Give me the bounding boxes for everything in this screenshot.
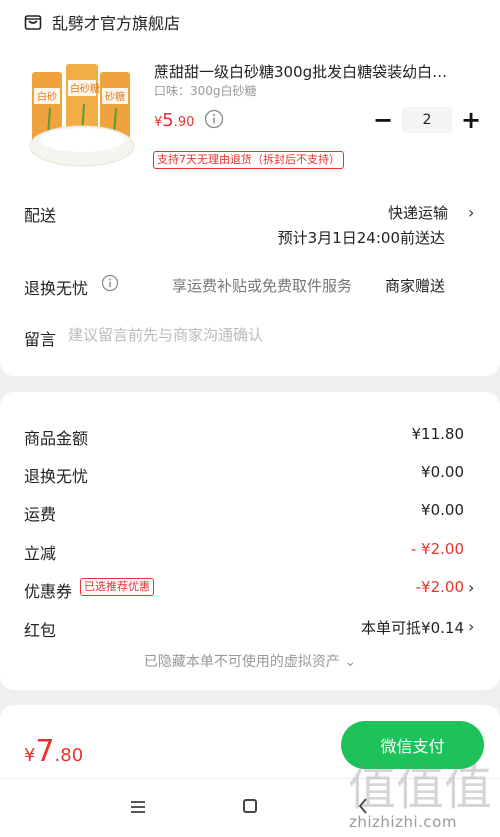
delivery-method[interactable]: 快递运输 <box>388 202 448 223</box>
menu-icon[interactable] <box>129 800 147 814</box>
product-spec[interactable]: 口味：300g白砂糖 <box>154 82 257 99</box>
coupon-badge: 已选推荐优惠 <box>80 578 154 596</box>
shop-header[interactable]: 乱劈才官方旗舰店 <box>24 9 180 35</box>
total-integer: 7 <box>35 734 55 769</box>
quantity-field[interactable]: 2 <box>402 107 452 133</box>
message-label: 留言 <box>24 330 57 349</box>
return-service-value: 商家赠送 <box>384 277 445 295</box>
price-decimal: .90 <box>173 115 195 130</box>
delivery-eta: 预计3月1日24:00前送达 <box>277 229 445 247</box>
product-title[interactable]: 蔗甜甜一级白砂糖300g批发白糖袋装幼白… <box>154 61 484 82</box>
store-icon <box>24 15 42 30</box>
info-icon[interactable] <box>101 274 119 292</box>
unit-price: ¥ 5 .90 <box>154 110 194 131</box>
hidden-assets-toggle[interactable]: 已隐藏本单不可使用的虚拟资产 ⌄ <box>0 651 500 671</box>
chevron-right-icon[interactable]: › <box>468 617 474 636</box>
return-service-fee-value: ¥0.00 <box>421 463 464 481</box>
red-packet-label[interactable]: 红包 <box>24 617 56 641</box>
coupon-label[interactable]: 优惠券 <box>24 578 72 602</box>
decrease-button[interactable]: − <box>370 106 396 134</box>
delivery-label: 配送 <box>24 206 57 225</box>
goods-amount-value: ¥11.80 <box>411 425 465 443</box>
product-card: 乱劈才官方旗舰店 白砂 白砂糖 砂糖 蔗甜甜一级白砂糖300g批发白糖袋装幼白…… <box>0 0 500 376</box>
svg-text:白砂糖: 白砂糖 <box>70 82 100 95</box>
shop-name: 乱劈才官方旗舰店 <box>52 14 181 33</box>
price-symbol: ¥ <box>154 115 163 130</box>
product-thumbnail[interactable]: 白砂 白砂糖 砂糖 <box>28 58 136 170</box>
discount-label: 立减 <box>24 544 57 563</box>
coupon-value[interactable]: -¥2.00 <box>416 578 464 596</box>
home-icon[interactable] <box>243 799 257 813</box>
total-decimal: .80 <box>54 745 84 766</box>
discount-value: - ¥2.00 <box>410 540 464 558</box>
watermark-text: zhizhizhi.com <box>349 813 457 831</box>
svg-text:砂糖: 砂糖 <box>105 90 125 103</box>
increase-button[interactable]: + <box>458 106 484 134</box>
return-service-desc: 享运费补贴或免费取件服务 <box>172 277 353 295</box>
svg-text:白砂: 白砂 <box>37 90 57 103</box>
freight-value: ¥0.00 <box>421 501 464 519</box>
return-policy-tag: 支持7天无理由退货（拆封后不支持） <box>153 151 344 169</box>
return-service-label: 退换无忧 <box>24 279 89 298</box>
return-service-fee-label: 退换无忧 <box>24 467 89 486</box>
freight-label: 运费 <box>24 505 57 524</box>
chevron-right-icon[interactable]: › <box>468 578 474 597</box>
total-symbol: ¥ <box>24 745 36 766</box>
quantity-stepper: − 2 + <box>370 106 484 134</box>
svg-text:值值值: 值值值 <box>348 760 492 816</box>
message-input[interactable] <box>68 326 448 344</box>
price-integer: 5 <box>162 110 174 131</box>
goods-amount-label: 商品金额 <box>24 429 89 448</box>
red-packet-value[interactable]: 本单可抵¥0.14 <box>361 617 464 638</box>
info-icon[interactable] <box>204 109 224 129</box>
chevron-right-icon[interactable]: › <box>468 203 474 222</box>
order-total: ¥ 7 .80 <box>24 734 83 769</box>
